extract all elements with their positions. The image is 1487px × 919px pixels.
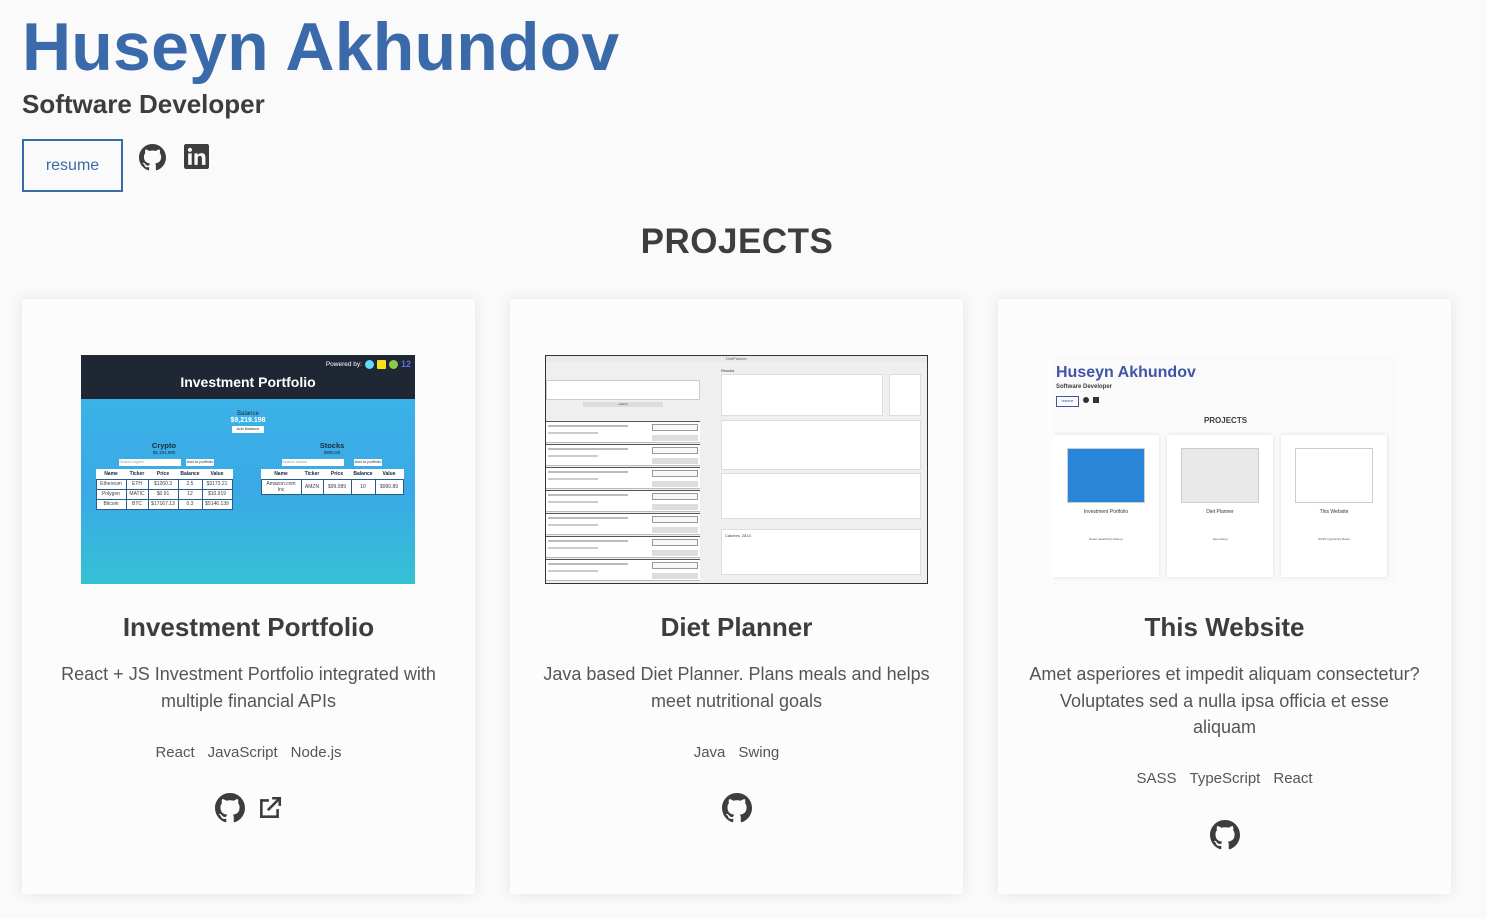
table-cell: ETH [125, 478, 149, 490]
table-cell: $1260.3 [147, 478, 179, 490]
project-links [510, 793, 963, 828]
table-header: Value [210, 470, 224, 477]
github-icon [1083, 397, 1089, 403]
project-tags: React JavaScript Node.js [22, 744, 475, 761]
table-header: Value [382, 470, 396, 477]
react-logo-icon [364, 359, 374, 369]
linkedin-icon[interactable] [184, 144, 209, 174]
profile-role: Software Developer [22, 89, 265, 119]
project-description: Amet asperiores et impedit aliquam conse… [1029, 664, 1420, 737]
table-cell: $990.89 [374, 478, 404, 495]
stocks-table: Name Ticker Price Balance Value Amazon.com In… [260, 469, 404, 495]
mini-project-card: This Website SASS TypeScript React [1281, 435, 1387, 577]
table-cell: 2.5 [177, 478, 203, 490]
github-icon[interactable] [214, 793, 245, 828]
mini-card-title: Investment Portfolio [1083, 509, 1129, 515]
javascript-logo-icon [376, 359, 386, 369]
nodejs-logo-icon [388, 359, 398, 369]
project-card-investment-portfolio: Powered by: 12 Investment Portfolio Bala… [22, 299, 475, 894]
resume-button[interactable]: resume [22, 139, 123, 192]
table-cell: Ethereum [95, 478, 127, 490]
table-cell: $99.089 [322, 478, 352, 495]
table-cell: Bitcoin [95, 498, 127, 510]
tag-typescript: TypeScript [1189, 770, 1261, 787]
mini-card-title: Diet Planner [1206, 509, 1234, 515]
list-item [546, 559, 700, 581]
diet-planner-screenshot: DietPlanner submit Results Calories: 281… [545, 355, 928, 584]
website-screenshot: Huseyn Akhundov Software Developer resum… [1053, 355, 1398, 584]
list-item [546, 421, 700, 443]
table-cell: Amazon.com Inc [260, 478, 302, 495]
project-title: Investment Portfolio [122, 612, 375, 642]
mini-card-tags: Java Swing [1212, 537, 1228, 541]
table-cell: MATIC [125, 488, 149, 500]
project-description: React + JS Investment Portfolio integrat… [61, 664, 436, 711]
table-header: Price [156, 470, 170, 477]
profile-links: resume [22, 139, 619, 192]
table-cell: $17167.13 [147, 498, 179, 510]
table-cell: $0.91 [147, 488, 179, 500]
investment-portfolio-screenshot: Powered by: 12 Investment Portfolio Bala… [81, 355, 415, 584]
table-cell: 10 [350, 478, 376, 495]
project-card-this-website: Huseyn Akhundov Software Developer resum… [998, 299, 1451, 894]
mini-project-card: Diet Planner Java Swing [1167, 435, 1273, 577]
crypto-table: Name Ticker Price Balance Value Ethereum ETH $1… [95, 469, 233, 510]
table-header: Balance [180, 470, 200, 477]
external-link-icon[interactable] [257, 795, 283, 828]
list-item [546, 444, 700, 466]
project-card-diet-planner: DietPlanner submit Results Calories: 281… [510, 299, 963, 894]
mini-project-card: Investment Portfolio React JavaScript Nod… [1053, 435, 1159, 577]
list-item [546, 513, 700, 535]
tag-sass: SASS [1136, 770, 1177, 787]
table-header: Name [104, 470, 118, 477]
github-icon[interactable] [721, 793, 752, 828]
project-description: Java based Diet Planner. Plans meals and… [543, 664, 930, 711]
list-item [546, 467, 700, 489]
table-cell: $5146.139 [201, 498, 233, 510]
table-header: Name [274, 470, 288, 477]
list-item [546, 490, 700, 512]
linkedin-icon [1093, 397, 1099, 403]
tag-java: Java [693, 744, 726, 761]
projects-heading: PROJECTS [640, 222, 834, 261]
table-cell: AMZN [300, 478, 324, 495]
mini-card-tags: SASS TypeScript React [1318, 537, 1350, 541]
mini-card-title: This Website [1319, 509, 1349, 515]
table-row: Polygon MATIC $0.91 12 $10.919 [95, 488, 233, 500]
tag-swing: Swing [738, 744, 780, 761]
table-header: Balance [353, 470, 373, 477]
tag-nodejs: Node.js [290, 744, 342, 761]
project-links [22, 793, 475, 828]
project-title: Diet Planner [660, 612, 813, 642]
list-item [546, 536, 700, 558]
table-header: Ticker [304, 470, 320, 477]
tag-react: React [155, 744, 195, 761]
table-cell: BTC [125, 498, 149, 510]
project-tags: Java Swing [510, 744, 963, 761]
tag-javascript: JavaScript [207, 744, 278, 761]
table-row: Bitcoin BTC $17167.13 0.3 $5146.139 [95, 498, 233, 510]
project-title: This Website [1144, 612, 1305, 642]
table-cell: $3173.21 [201, 478, 233, 490]
table-cell: 12 [177, 488, 203, 500]
table-cell: $10.919 [201, 488, 233, 500]
table-cell: Polygon [95, 488, 127, 500]
tag-react: React [1273, 770, 1313, 787]
project-links [998, 820, 1451, 855]
profile-name: Huseyn Akhundov [22, 9, 620, 85]
table-header: Price [330, 470, 344, 477]
table-header: Ticker [129, 470, 145, 477]
profile-header: Huseyn Akhundov Software Developer resum… [22, 8, 619, 192]
table-cell: 0.3 [177, 498, 203, 510]
table-row: Ethereum ETH $1260.3 2.5 $3173.21 [95, 478, 233, 490]
github-icon[interactable] [1209, 820, 1240, 855]
github-icon[interactable] [139, 144, 166, 176]
table-row: Amazon.com Inc AMZN $99.089 10 $990.89 [260, 478, 404, 495]
project-tags: SASS TypeScript React [998, 770, 1451, 787]
mini-card-tags: React JavaScript Node.js [1089, 537, 1123, 541]
